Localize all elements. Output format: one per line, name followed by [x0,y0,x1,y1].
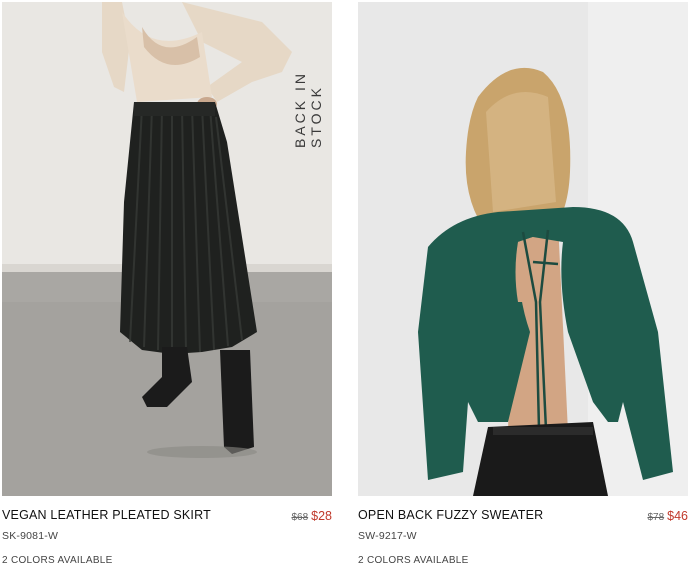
product-sku: SK-9081-W [2,530,59,542]
sale-price: $28 [311,509,332,523]
colors-available-link[interactable]: 2 COLORS AVAILABLE [358,555,469,566]
product-info-row: VEGAN LEATHER PLEATED SKIRT $68 $28 [2,508,332,526]
product-image-skirt[interactable]: BACK IN STOCK [2,2,332,496]
back-in-stock-badge: BACK IN STOCK [292,70,324,148]
product-name[interactable]: OPEN BACK FUZZY SWEATER [358,508,543,522]
product-image-sweater[interactable] [358,2,688,496]
product-name[interactable]: VEGAN LEATHER PLEATED SKIRT [2,508,211,522]
product-price: $78 $46 [647,507,688,525]
skirt-photo-illustration [2,2,332,496]
original-price: $68 [291,512,309,523]
product-info-row: OPEN BACK FUZZY SWEATER $78 $46 [358,508,688,526]
sale-price: $46 [667,509,688,523]
product-sku: SW-9217-W [358,530,417,542]
original-price: $78 [647,512,665,523]
colors-available-link[interactable]: 2 COLORS AVAILABLE [2,555,113,566]
product-price: $68 $28 [291,507,332,525]
product-grid: BACK IN STOCK VEGAN LEATHER PLEATED SKIR… [0,0,700,567]
sweater-photo-illustration [358,2,688,496]
product-card[interactable]: OPEN BACK FUZZY SWEATER $78 $46 SW-9217-W… [358,0,688,567]
product-card[interactable]: BACK IN STOCK VEGAN LEATHER PLEATED SKIR… [2,0,332,567]
